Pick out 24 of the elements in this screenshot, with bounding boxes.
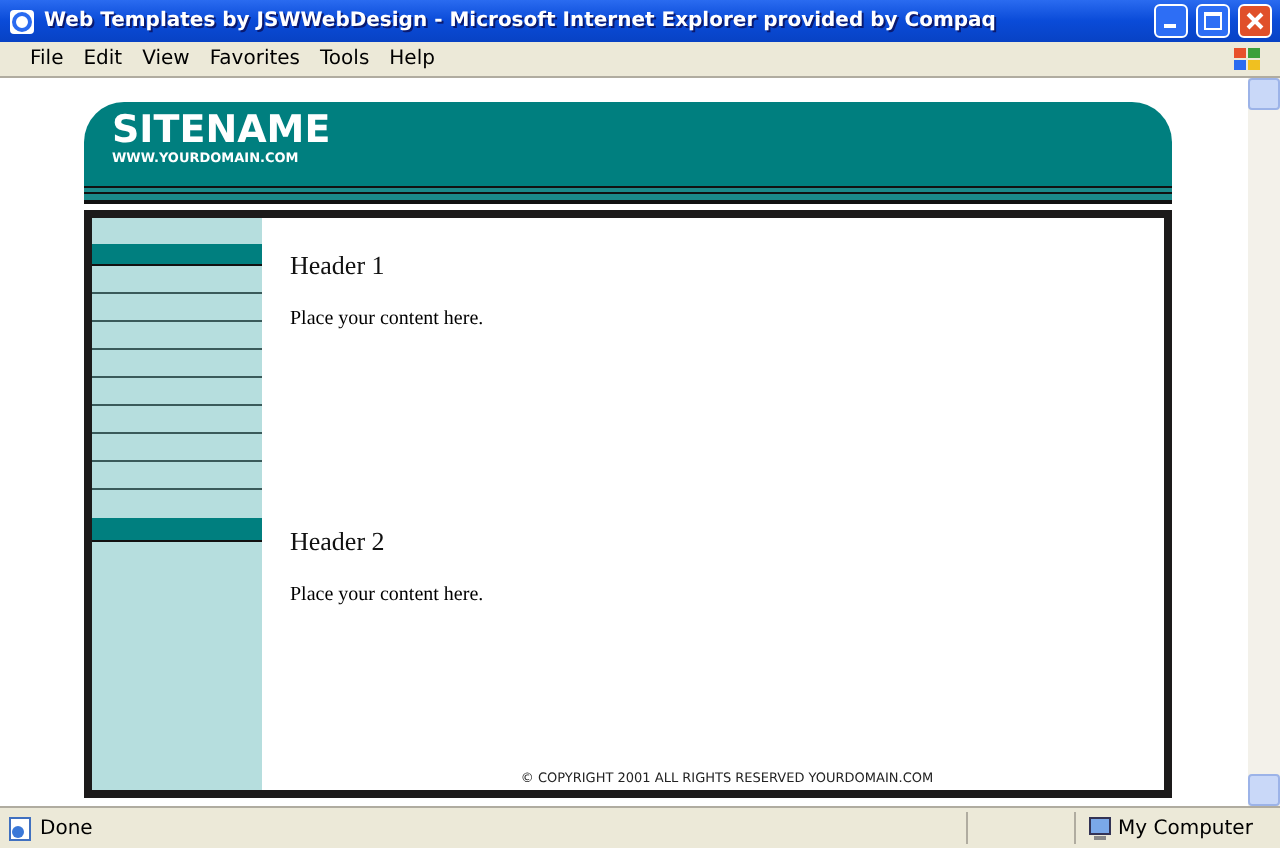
menu-item[interactable]: Edit <box>73 48 133 70</box>
section-header: Header 2 <box>290 526 387 558</box>
site-name: SITENAME <box>112 112 333 150</box>
content-text: Place your content here. <box>290 308 486 330</box>
status-text: Done <box>40 817 95 839</box>
menu-item[interactable]: Help <box>379 48 445 70</box>
content-text: Place your content here. <box>290 584 486 606</box>
window-title: Web Templates by JSWWebDesign - Microsoft Internet Explorer provided by Compaq <box>44 10 998 32</box>
maximize-icon <box>1204 12 1222 30</box>
scrollbar[interactable] <box>1248 78 1280 806</box>
maximize-button[interactable] <box>1196 4 1230 38</box>
close-icon <box>1246 12 1264 30</box>
close-button[interactable] <box>1238 4 1272 38</box>
browser-icon <box>8 7 36 35</box>
menu-item[interactable]: Favorites <box>199 48 311 70</box>
zone-text: My Computer <box>1118 817 1253 839</box>
menu-item[interactable]: View <box>132 48 200 70</box>
computer-icon <box>1088 815 1112 841</box>
windows-logo-icon <box>1232 45 1264 73</box>
minimize-button[interactable] <box>1154 4 1188 38</box>
menu-item[interactable]: File <box>20 48 74 70</box>
section-header: Header 1 <box>290 250 387 282</box>
menu-item[interactable]: Tools <box>310 48 380 70</box>
page-icon <box>8 815 34 841</box>
